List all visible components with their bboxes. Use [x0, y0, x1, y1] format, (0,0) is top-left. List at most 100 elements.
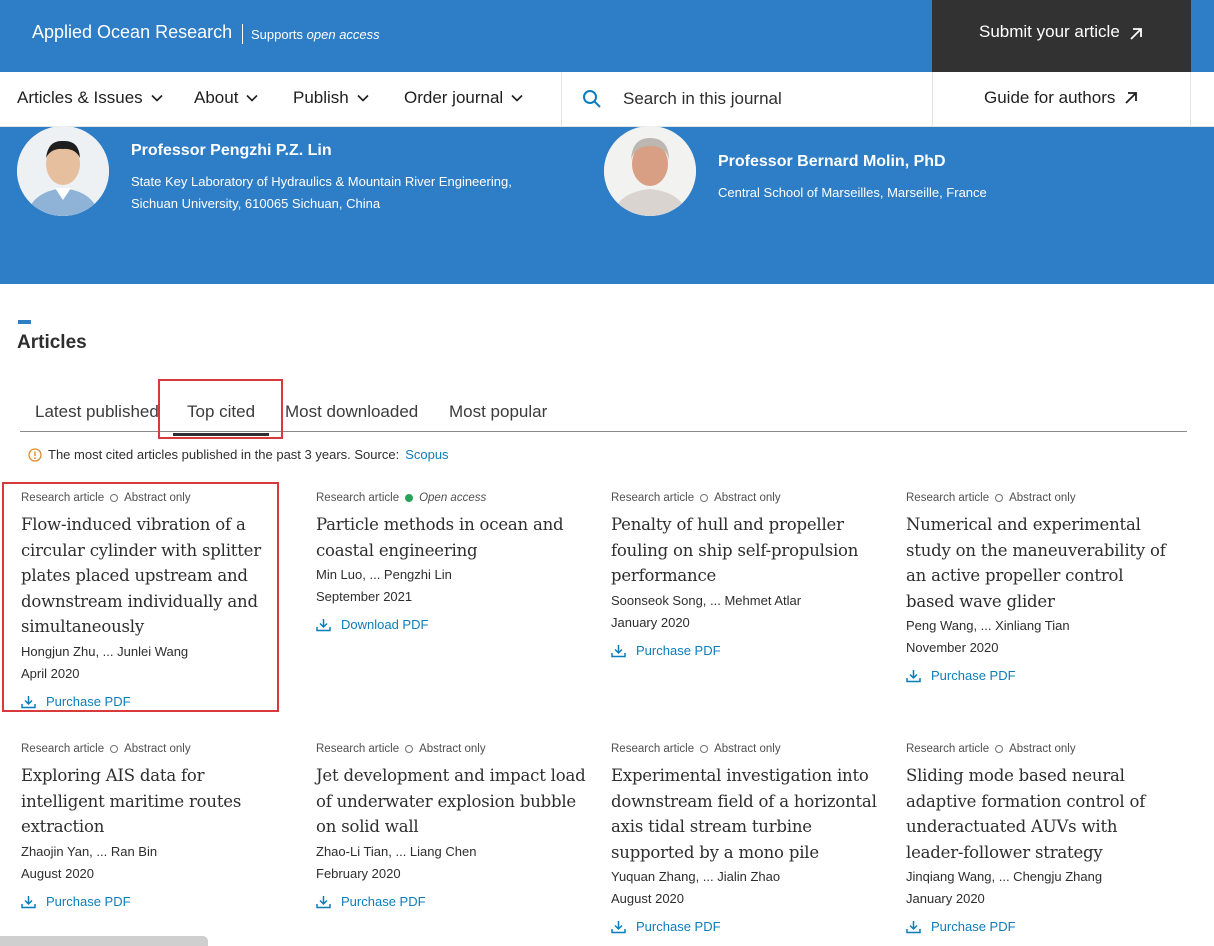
- purchase-pdf-label: Purchase PDF: [636, 642, 721, 658]
- purchase-pdf-label: Purchase PDF: [46, 693, 131, 709]
- tab-most-popular[interactable]: Most popular: [449, 402, 547, 422]
- article-date: February 2020: [316, 865, 401, 881]
- article-meta: Research article Abstract only: [611, 742, 881, 756]
- nav-about-label: About: [194, 88, 239, 107]
- tab-top-cited[interactable]: Top cited: [172, 402, 270, 436]
- nav-articles-issues[interactable]: Articles & Issues: [17, 88, 163, 108]
- access-dot-icon: [405, 745, 414, 753]
- editor-affiliation: Central School of Marseilles, Marseille,…: [718, 182, 987, 204]
- download-icon: [611, 644, 626, 657]
- info-icon: [28, 447, 42, 462]
- article-type: Research article: [906, 492, 990, 504]
- purchase-pdf-label: Purchase PDF: [636, 919, 721, 934]
- editors-banner: Professor Pengzhi P.Z. Lin State Key Lab…: [0, 126, 1214, 284]
- nav-divider: [932, 72, 933, 127]
- nav-publish[interactable]: Publish: [293, 88, 369, 108]
- download-pdf-label: Download PDF: [341, 617, 429, 632]
- download-icon: [316, 895, 331, 908]
- scopus-link[interactable]: Scopus: [405, 447, 448, 462]
- article-title[interactable]: Flow-induced vibration of a circular cyl…: [21, 512, 266, 640]
- search-icon[interactable]: [582, 89, 602, 109]
- nav-about[interactable]: About: [194, 88, 259, 108]
- nav-order-journal-label: Order journal: [404, 88, 504, 107]
- articles-heading: Articles: [17, 332, 87, 353]
- purchase-pdf-link[interactable]: Purchase PDF: [611, 640, 881, 662]
- article-authors: Hongjun Zhu, ... Junlei Wang: [21, 643, 189, 659]
- article-title[interactable]: Penalty of hull and propeller fouling on…: [611, 512, 871, 589]
- guide-for-authors-label: Guide for authors: [984, 88, 1116, 107]
- article-title[interactable]: Exploring AIS data for intelligent marit…: [21, 763, 291, 840]
- article-tabs: Latest published Top cited Most download…: [20, 396, 1187, 436]
- article-title[interactable]: Jet development and impact load of under…: [316, 763, 586, 840]
- article-card: Research article Abstract only Exploring …: [21, 742, 291, 913]
- purchase-pdf-link[interactable]: Purchase PDF: [21, 691, 291, 713]
- top-header: Applied Ocean Research Supports open acc…: [0, 0, 1214, 72]
- horizontal-scrollbar[interactable]: [0, 936, 208, 946]
- download-icon: [611, 921, 626, 934]
- article-card: Research article Abstract only Sliding mo…: [906, 742, 1176, 938]
- article-authors: Soonseok Song, ... Mehmet Atlar: [611, 592, 802, 608]
- editor-portrait-image: [17, 126, 109, 216]
- article-date: January 2020: [611, 614, 690, 630]
- journal-title[interactable]: Applied Ocean Research: [32, 22, 232, 43]
- download-icon: [21, 695, 36, 708]
- tab-most-downloaded[interactable]: Most downloaded: [285, 402, 418, 422]
- nav-divider: [561, 72, 562, 127]
- external-arrow-icon: [1125, 92, 1138, 104]
- article-card: Research article Abstract only Flow-induc…: [21, 491, 291, 713]
- article-title[interactable]: Sliding mode based neural adaptive forma…: [906, 763, 1176, 865]
- download-pdf-link[interactable]: Download PDF: [316, 614, 586, 636]
- tab-latest-published[interactable]: Latest published: [35, 402, 159, 422]
- nav-articles-issues-label: Articles & Issues: [17, 88, 143, 107]
- access-dot-icon: [700, 494, 709, 502]
- download-icon: [21, 895, 36, 908]
- access-dot-icon: [700, 745, 709, 753]
- article-authors: Zhaojin Yan, ... Ran Bin: [21, 843, 158, 859]
- article-card: Research article Open access Particle met…: [316, 491, 586, 636]
- editor-avatar: [17, 126, 109, 216]
- submit-article-button[interactable]: Submit your article: [932, 0, 1191, 72]
- article-title[interactable]: Numerical and experimental study on the …: [906, 512, 1176, 614]
- purchase-pdf-link[interactable]: Purchase PDF: [21, 891, 291, 913]
- main-nav: Articles & Issues About Publish Order jo…: [0, 72, 1214, 127]
- article-date: September 2021: [316, 589, 413, 604]
- article-meta: Research article Abstract only: [21, 491, 291, 505]
- article-title[interactable]: Experimental investigation into downstre…: [611, 763, 881, 865]
- chevron-down-icon: [357, 94, 369, 102]
- access-label: Abstract only: [124, 492, 191, 504]
- purchase-pdf-link[interactable]: Purchase PDF: [906, 665, 1176, 687]
- article-meta: Research article Open access: [316, 491, 586, 505]
- purchase-pdf-link[interactable]: Purchase PDF: [316, 891, 586, 913]
- article-meta: Research article Abstract only: [316, 742, 586, 756]
- article-type: Research article: [21, 492, 105, 504]
- nav-divider: [1190, 72, 1191, 127]
- editor-avatar: [604, 126, 696, 216]
- article-title[interactable]: Particle methods in ocean and coastal en…: [316, 512, 576, 563]
- chevron-down-icon: [151, 94, 163, 102]
- purchase-pdf-link[interactable]: Purchase PDF: [906, 916, 1176, 938]
- search-input[interactable]: [615, 84, 915, 114]
- access-label: Abstract only: [419, 743, 486, 755]
- info-text: The most cited articles published in the…: [48, 447, 400, 462]
- nav-order-journal[interactable]: Order journal: [404, 88, 523, 108]
- access-dot-icon: [995, 494, 1004, 502]
- article-date: November 2020: [906, 640, 999, 655]
- submit-article-label: Submit your article: [979, 22, 1120, 41]
- access-label: Abstract only: [714, 743, 781, 755]
- access-dot-icon: [110, 494, 119, 502]
- editor-name[interactable]: Professor Bernard Molin, PhD: [718, 153, 946, 171]
- chevron-down-icon: [511, 94, 523, 102]
- article-type: Research article: [611, 492, 695, 504]
- article-authors: Yuquan Zhang, ... Jialin Zhao: [611, 869, 781, 884]
- article-date: January 2020: [906, 891, 985, 906]
- guide-for-authors-link[interactable]: Guide for authors: [984, 88, 1139, 108]
- article-card: Research article Abstract only Numerical …: [906, 491, 1176, 687]
- article-card: Research article Abstract only Experiment…: [611, 742, 881, 938]
- article-card: Research article Abstract only Jet develo…: [316, 742, 586, 913]
- purchase-pdf-link[interactable]: Purchase PDF: [611, 916, 881, 938]
- article-type: Research article: [21, 743, 105, 755]
- section-accent: [18, 320, 31, 324]
- editor-name[interactable]: Professor Pengzhi P.Z. Lin: [131, 142, 332, 160]
- article-authors: Min Luo, ... Pengzhi Lin: [316, 567, 452, 582]
- article-authors: Jinqiang Wang, ... Chengju Zhang: [906, 869, 1103, 884]
